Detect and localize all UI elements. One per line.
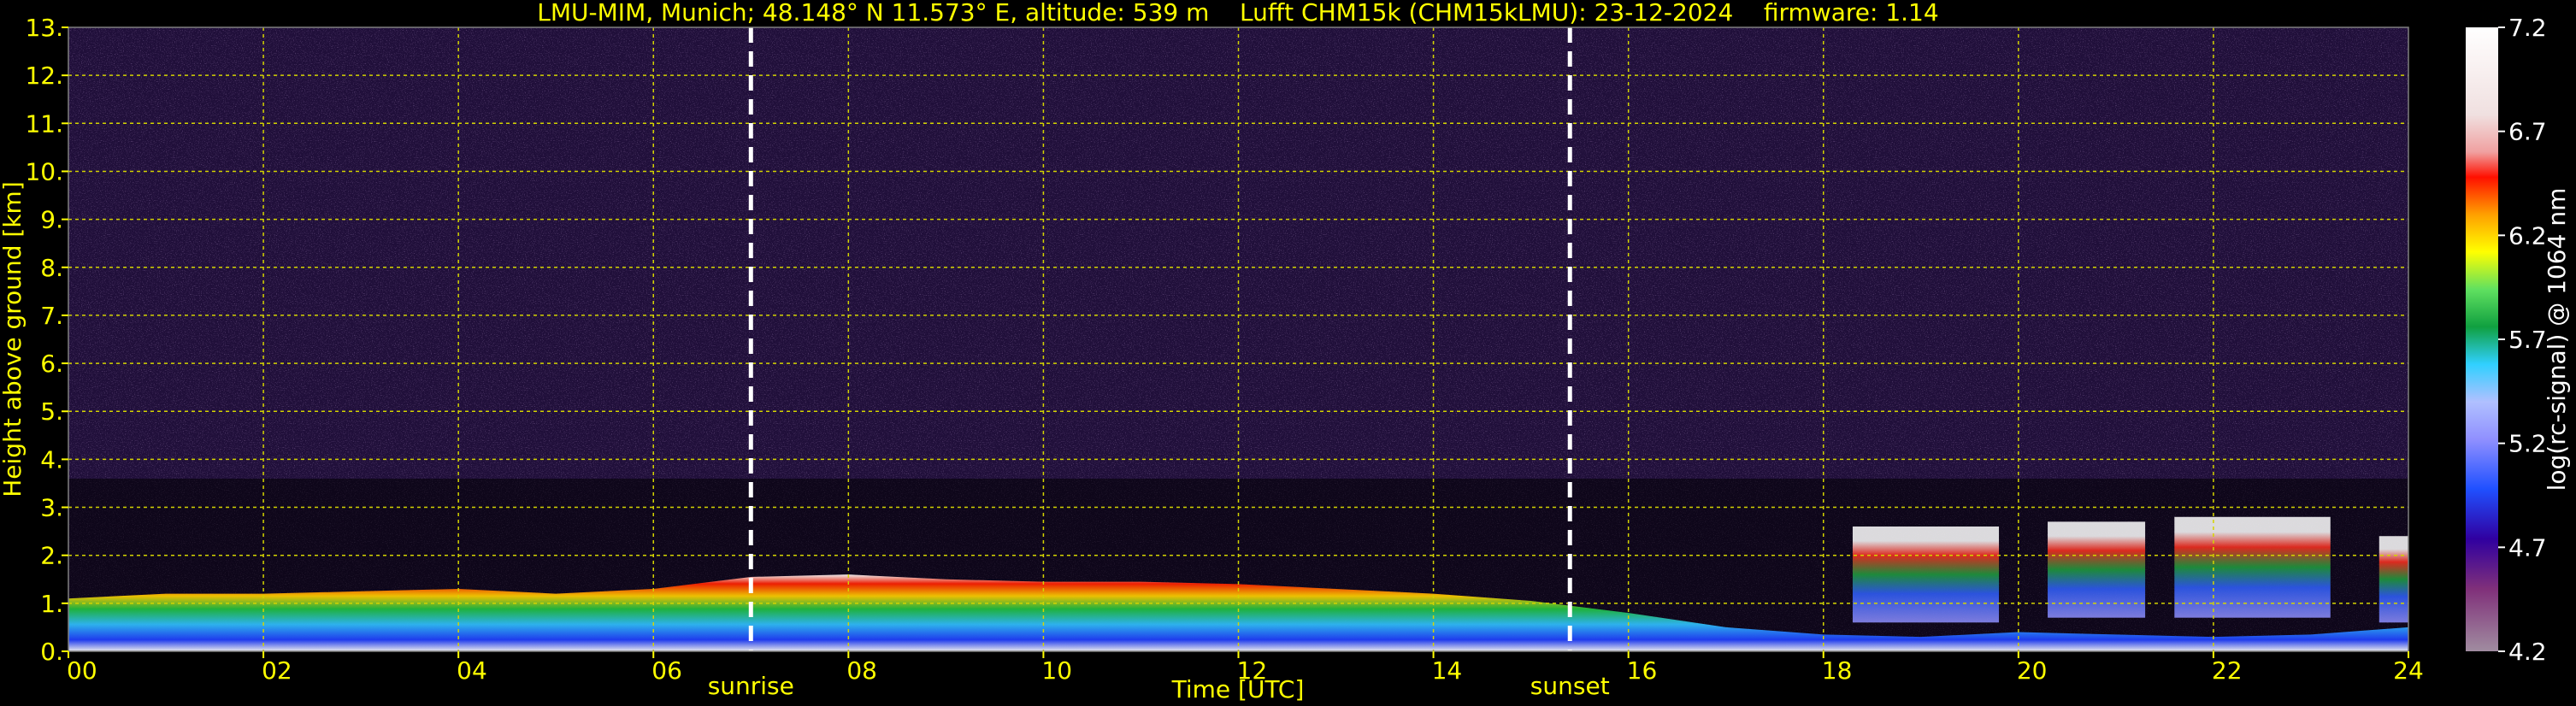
plot-area: sunrise sunset (68, 26, 2409, 700)
sun-marker-label: sunset (1530, 672, 1610, 700)
colorbar-tick-label: 4.7 (2508, 533, 2547, 562)
y-axis-ticks: 0. 1. 2. 3. 4. 5. 6. 7. 8. 9. 10. 11. 12. 13. (25, 14, 68, 666)
y-tick-label: 3. (40, 494, 63, 522)
cloud-segment (1852, 527, 2000, 623)
colorbar-label: log(rc-signal) @ 1064 nm (2543, 188, 2571, 491)
y-tick-label: 13. (25, 14, 63, 42)
y-tick-label: 5. (40, 397, 63, 426)
ceilometer-figure: sunrise sunset LMU-MIM, Munich; 48.148° N… (0, 0, 2571, 703)
colorbar-ticks: 7.2 6.7 6.2 5.7 5.2 4.7 4.2 (2498, 14, 2547, 666)
y-tick-label: 1. (40, 590, 63, 618)
colorbar-tick-label: 6.7 (2508, 118, 2547, 146)
x-tick-label: 20 (2017, 656, 2048, 685)
y-tick-label: 6. (40, 350, 63, 378)
y-tick-label: 12. (25, 62, 63, 90)
x-tick-label: 18 (1822, 656, 1853, 685)
y-tick-label: 4. (40, 445, 63, 474)
y-tick-label: 0. (40, 638, 63, 666)
x-tick-label: 06 (651, 656, 682, 685)
colorbar: 7.2 6.7 6.2 5.7 5.2 4.7 4.2 log(rc-signal) @ 1… (2466, 14, 2571, 666)
y-axis-label: Height above ground [km] (0, 181, 27, 497)
colorbar-tick-label: 5.2 (2508, 430, 2547, 458)
cloud-segment (2379, 536, 2408, 623)
x-tick-label: 08 (846, 656, 877, 685)
y-tick-label: 2. (40, 542, 63, 570)
y-tick-label: 8. (40, 254, 63, 282)
y-tick-label: 11. (25, 109, 63, 138)
x-tick-label: 24 (2393, 656, 2424, 685)
cloud-segment (2174, 516, 2331, 618)
x-tick-label: 22 (2212, 656, 2243, 685)
colorbar-tick-label: 7.2 (2508, 14, 2547, 42)
colorbar-tick-label: 6.2 (2508, 221, 2547, 250)
x-tick-label: 16 (1627, 656, 1658, 685)
x-tick-label: 00 (67, 656, 97, 685)
chart-title: LMU-MIM, Munich; 48.148° N 11.573° E, al… (537, 0, 1938, 26)
x-tick-label: 14 (1432, 656, 1463, 685)
x-tick-label: 04 (457, 656, 487, 685)
colorbar-gradient (2466, 27, 2498, 651)
x-tick-label: 10 (1041, 656, 1072, 685)
x-tick-label: 02 (262, 656, 292, 685)
y-tick-label: 7. (40, 302, 63, 330)
y-tick-label: 9. (40, 206, 63, 234)
y-tick-label: 10. (25, 157, 63, 185)
x-axis-label: Time [UTC] (1171, 675, 1305, 703)
colorbar-tick-label: 5.7 (2508, 326, 2547, 354)
colorbar-tick-label: 4.2 (2508, 638, 2547, 666)
sun-marker-label: sunrise (708, 672, 794, 700)
